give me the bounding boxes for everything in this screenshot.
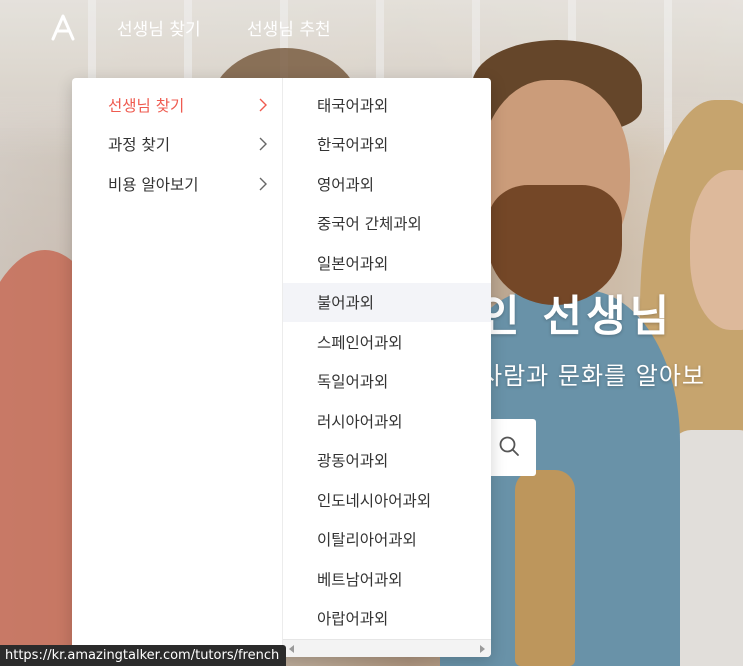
nav-recommend-tutor[interactable]: 선생님 추천: [247, 15, 331, 40]
top-navigation: 선생님 찾기 선생님 추천: [0, 0, 743, 58]
chevron-right-icon: [258, 98, 268, 112]
category-pricing[interactable]: 비용 알아보기: [72, 164, 282, 204]
submenu-item-italian[interactable]: 이탈리아어과외: [283, 520, 491, 560]
amazingtalker-logo-icon[interactable]: [50, 12, 76, 42]
chevron-right-icon: [258, 177, 268, 191]
submenu-item-arabic[interactable]: 아랍어과외: [283, 599, 491, 639]
category-label: 비용 알아보기: [108, 175, 199, 194]
submenu-item-german[interactable]: 독일어과외: [283, 362, 491, 402]
category-find-course[interactable]: 과정 찾기: [72, 125, 282, 165]
category-label: 선생님 찾기: [108, 96, 185, 115]
category-menu: 선생님 찾기 과정 찾기 비용 알아보기: [72, 78, 283, 657]
scroll-right-arrow-icon[interactable]: [477, 644, 487, 654]
chevron-right-icon: [258, 137, 268, 151]
submenu-horizontal-scrollbar[interactable]: [283, 639, 491, 657]
search-icon: [498, 435, 520, 461]
category-find-tutor[interactable]: 선생님 찾기: [72, 85, 282, 125]
nav-find-tutor[interactable]: 선생님 찾기: [117, 15, 201, 40]
submenu-item-cantonese[interactable]: 광동어과외: [283, 441, 491, 481]
submenu-item-korean[interactable]: 한국어과외: [283, 125, 491, 165]
submenu-item-russian[interactable]: 러시아어과외: [283, 401, 491, 441]
submenu-item-spanish[interactable]: 스페인어과외: [283, 322, 491, 362]
hero-title: 인 선생님: [480, 292, 674, 342]
scrollbar-thumb[interactable]: [301, 644, 471, 654]
submenu-item-thai[interactable]: 태국어과외: [283, 85, 491, 125]
submenu-item-indonesian[interactable]: 인도네시아어과외: [283, 480, 491, 520]
submenu-item-japanese[interactable]: 일본어과외: [283, 243, 491, 283]
hero-subtitle: 사람과 문화를 알아보: [480, 362, 705, 390]
submenu-item-english[interactable]: 영어과외: [283, 164, 491, 204]
status-bar-url: https://kr.amazingtalker.com/tutors/fren…: [0, 645, 287, 666]
submenu-item-vietnamese[interactable]: 베트남어과외: [283, 559, 491, 599]
scroll-left-arrow-icon[interactable]: [287, 644, 297, 654]
submenu-item-chinese-simplified[interactable]: 중국어 간체과외: [283, 204, 491, 244]
language-submenu: 태국어과외 한국어과외 영어과외 중국어 간체과외 일본어과외 불어과외 스페인…: [283, 78, 491, 635]
find-tutor-dropdown: 선생님 찾기 과정 찾기 비용 알아보기 태국어과외 한국어과외 영어과외 중국…: [72, 78, 491, 657]
submenu-item-french[interactable]: 불어과외: [283, 282, 491, 322]
category-label: 과정 찾기: [108, 136, 170, 155]
